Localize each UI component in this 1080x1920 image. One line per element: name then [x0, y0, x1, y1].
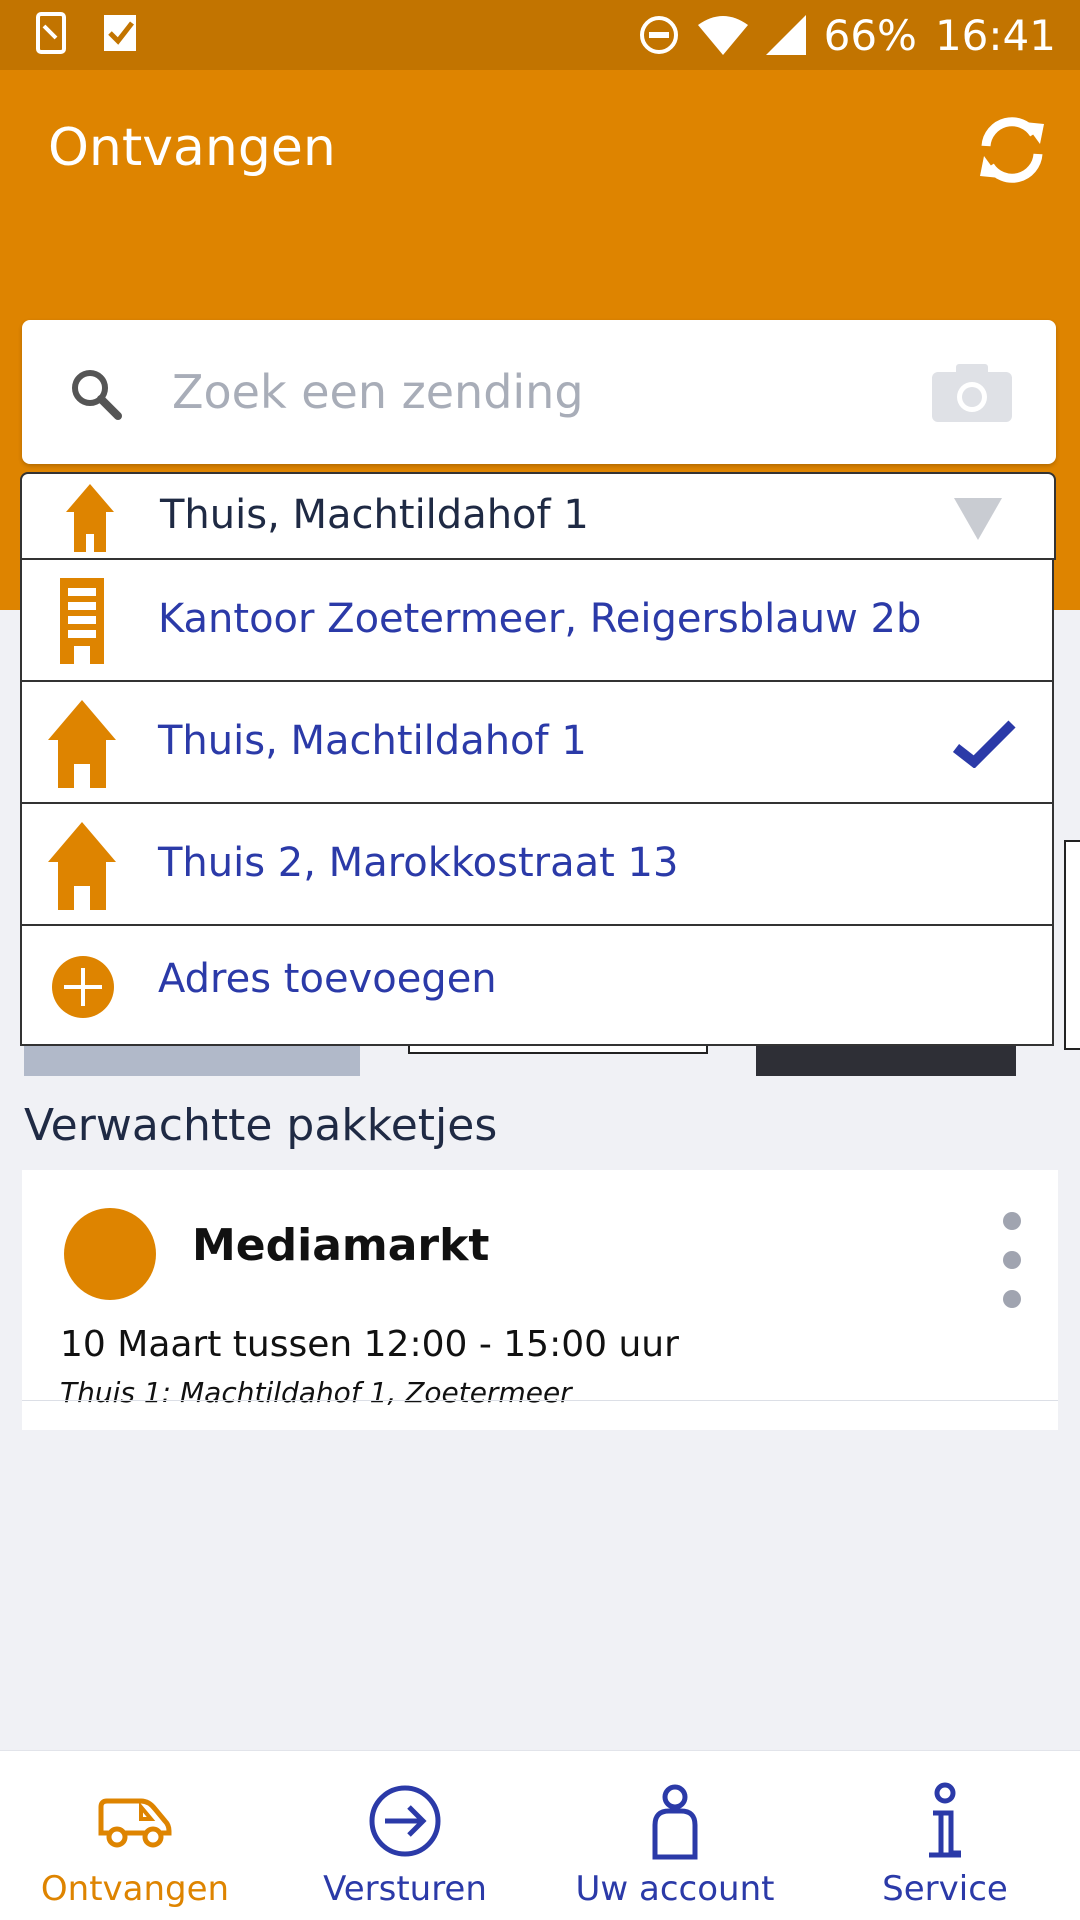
wifi-icon	[697, 16, 748, 55]
section-title: Verwachtte pakketjes	[24, 1100, 498, 1151]
office-building-icon	[60, 578, 104, 664]
camera-icon[interactable]	[932, 362, 1012, 422]
delivery-van-icon	[98, 1798, 172, 1848]
search-bar	[22, 320, 1056, 464]
nav-service[interactable]: Service	[810, 1751, 1080, 1920]
sender-name: Mediamarkt	[192, 1220, 490, 1271]
dropdown-item-thuis[interactable]: Thuis, Machtildahof 1	[22, 682, 1052, 804]
bottom-navigation: Ontvangen Versturen Uw account Service	[0, 1750, 1080, 1920]
task-check-icon	[104, 15, 136, 51]
info-icon	[929, 1782, 961, 1858]
dropdown-item-thuis-2[interactable]: Thuis 2, Marokkostraat 13	[22, 804, 1052, 926]
refresh-icon[interactable]	[972, 110, 1052, 190]
dropdown-item-label: Thuis, Machtildahof 1	[158, 718, 587, 764]
page-title: Ontvangen	[48, 118, 336, 178]
cellular-signal-icon	[765, 15, 806, 55]
account-icon	[652, 1784, 698, 1860]
do-not-disturb-icon	[639, 16, 678, 54]
sim-card-icon	[36, 12, 66, 54]
nav-ontvangen[interactable]: Ontvangen	[0, 1751, 270, 1920]
more-options-icon[interactable]	[1000, 1212, 1024, 1308]
send-arrow-icon	[369, 1785, 441, 1857]
chevron-down-icon	[954, 498, 1002, 540]
carousel-edge	[1064, 840, 1080, 1050]
divider	[22, 1400, 1058, 1401]
sender-avatar	[64, 1208, 156, 1300]
house-icon	[48, 700, 116, 788]
nav-label: Service	[882, 1869, 1008, 1909]
house-icon	[66, 484, 114, 552]
nav-uw-account[interactable]: Uw account	[540, 1751, 810, 1920]
delivery-address: Thuis 1: Machtildahof 1, Zoetermeer	[60, 1376, 572, 1409]
nav-label: Versturen	[323, 1869, 487, 1909]
dropdown-item-label: Thuis 2, Marokkostraat 13	[158, 840, 679, 886]
clock-time: 16:41	[934, 10, 1056, 60]
house-icon	[48, 822, 116, 910]
package-card[interactable]: Mediamarkt 10 Maart tussen 12:00 - 15:00…	[22, 1170, 1058, 1430]
plus-circle-icon	[52, 956, 114, 1018]
delivery-window: 10 Maart tussen 12:00 - 15:00 uur	[60, 1324, 679, 1365]
checkmark-icon	[952, 720, 1016, 768]
nav-label: Uw account	[575, 1869, 775, 1909]
nav-label: Ontvangen	[40, 1869, 230, 1909]
dropdown-item-label: Kantoor Zoetermeer, Reigersblauw 2b	[158, 596, 922, 642]
dropdown-item-label: Adres toevoegen	[158, 956, 497, 1002]
address-dropdown[interactable]: Thuis, Machtildahof 1	[20, 472, 1056, 560]
add-address-button[interactable]: Adres toevoegen	[22, 926, 1052, 1044]
search-icon	[72, 370, 122, 420]
battery-percentage: 66%	[823, 10, 917, 60]
address-dropdown-list: Kantoor Zoetermeer, Reigersblauw 2b Thui…	[20, 560, 1054, 1046]
search-input[interactable]	[172, 350, 912, 434]
status-bar: 66% 16:41	[0, 0, 1080, 70]
dropdown-item-kantoor[interactable]: Kantoor Zoetermeer, Reigersblauw 2b	[22, 560, 1052, 682]
nav-versturen[interactable]: Versturen	[270, 1751, 540, 1920]
selected-address: Thuis, Machtildahof 1	[160, 492, 589, 538]
